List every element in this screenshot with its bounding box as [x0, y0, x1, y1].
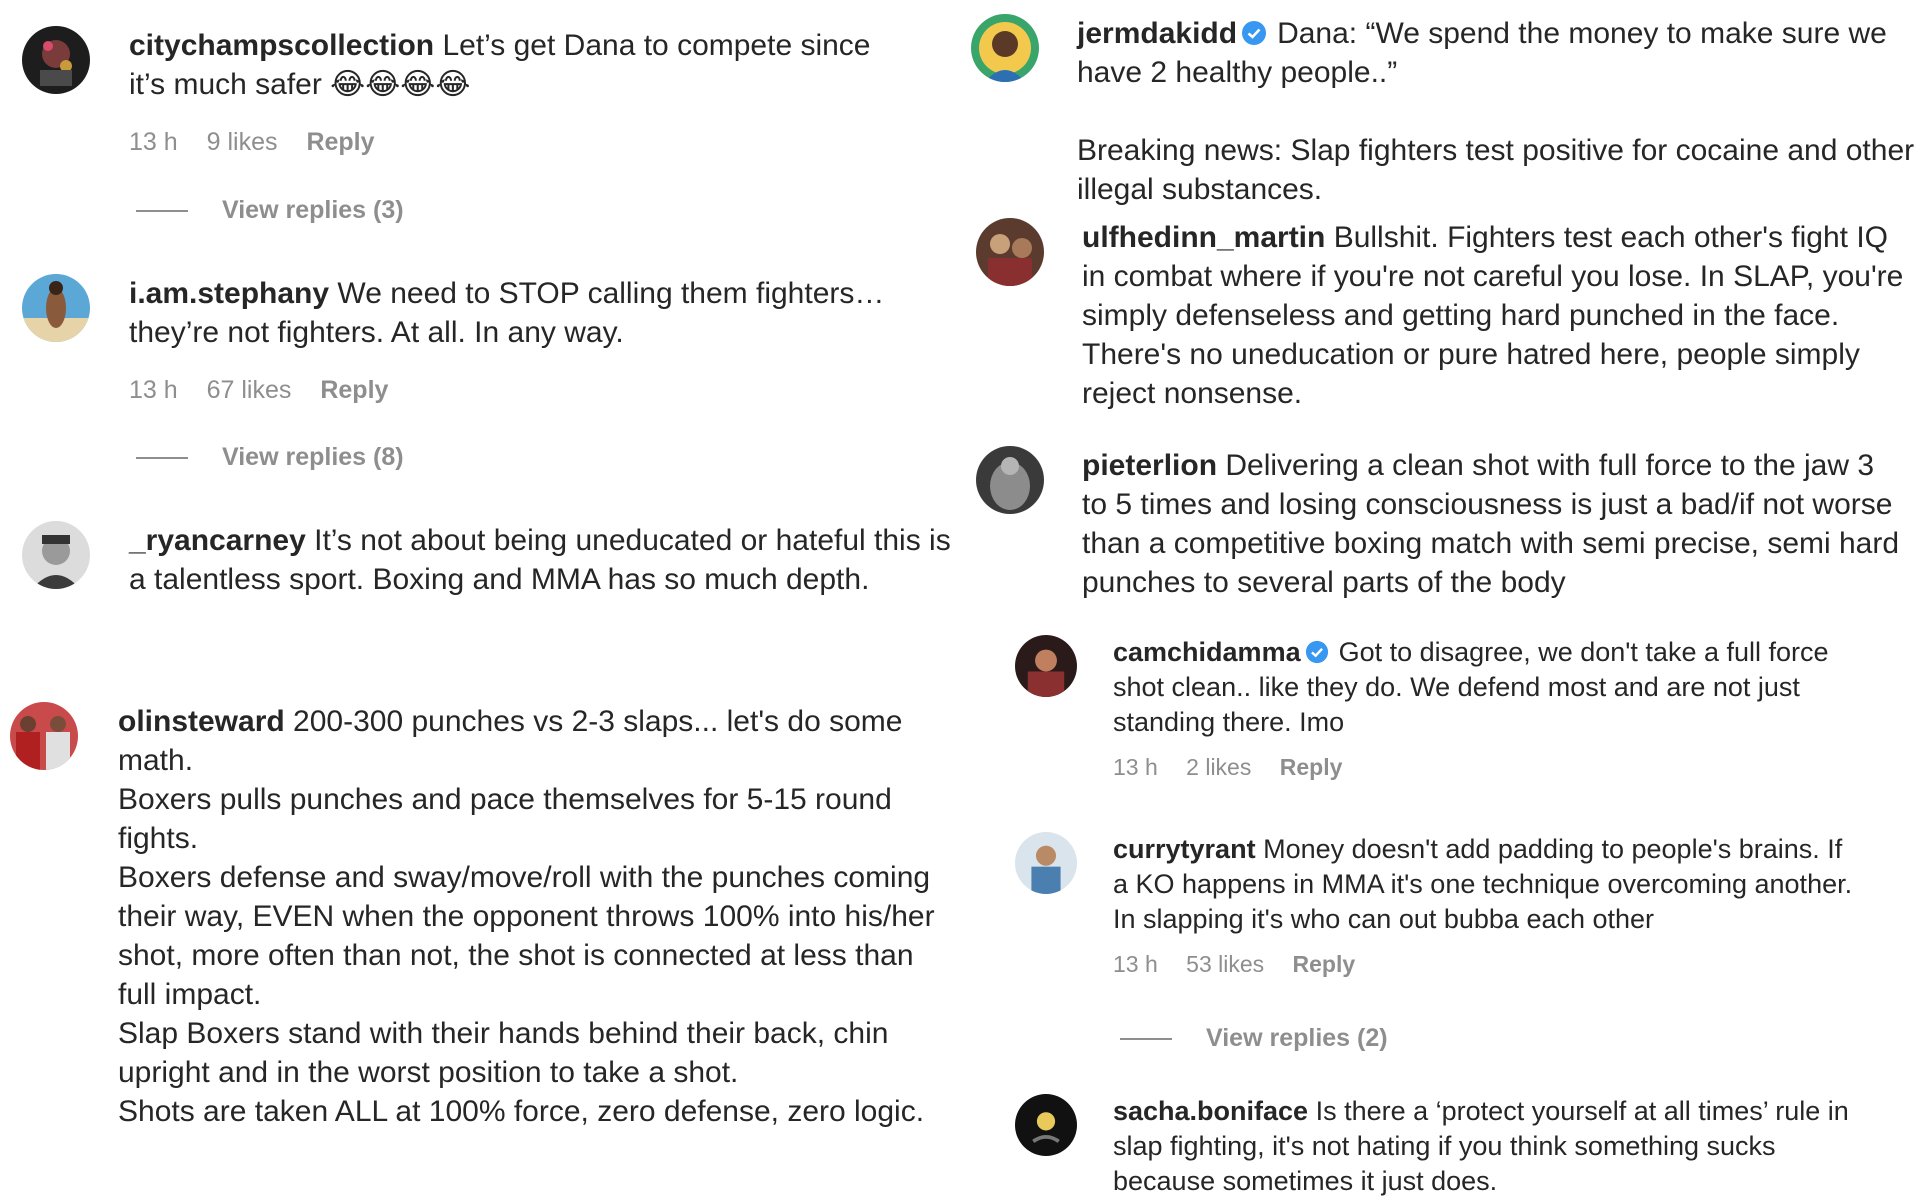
avatar[interactable] — [1015, 1094, 1077, 1156]
view-replies-label: View replies (8) — [222, 443, 404, 471]
avatar[interactable] — [976, 446, 1044, 514]
like-count[interactable]: 67 likes — [207, 376, 292, 404]
reply-button[interactable]: Reply — [320, 376, 388, 404]
comment-time: 13 h — [1113, 951, 1158, 977]
view-replies-label: View replies (2) — [1206, 1024, 1388, 1052]
view-replies-label: View replies (3) — [222, 196, 404, 224]
comment-username[interactable]: i.am.stephany — [129, 277, 329, 310]
comment-username[interactable]: currytyrant — [1113, 834, 1256, 864]
view-replies-button[interactable]: View replies (2) — [1120, 1024, 1388, 1053]
like-count[interactable]: 9 likes — [207, 128, 278, 156]
avatar[interactable] — [976, 218, 1044, 286]
avatar[interactable] — [971, 14, 1039, 82]
comment-time: 13 h — [129, 128, 178, 156]
avatar[interactable] — [22, 274, 90, 342]
reply-button[interactable]: Reply — [306, 128, 374, 156]
reply-thread-line — [1120, 1038, 1172, 1041]
reply-button[interactable]: Reply — [1280, 754, 1343, 780]
comment-text: 200-300 punches vs 2-3 slaps... let's do… — [118, 705, 935, 1128]
comment-time: 13 h — [129, 376, 178, 404]
like-count[interactable]: 53 likes — [1186, 951, 1264, 977]
avatar[interactable] — [1015, 832, 1077, 894]
comment-username[interactable]: pieterlion — [1082, 449, 1217, 482]
verified-badge-icon — [1241, 20, 1267, 46]
avatar[interactable] — [1015, 635, 1077, 697]
comment-username[interactable]: jermdakidd — [1077, 17, 1237, 50]
view-replies-button[interactable]: View replies (8) — [136, 443, 404, 472]
reply-thread-line — [136, 210, 188, 213]
avatar[interactable] — [22, 26, 90, 94]
comment-username[interactable]: ulfhedinn_martin — [1082, 221, 1325, 254]
comment-username[interactable]: _ryancarney — [129, 524, 306, 557]
like-count[interactable]: 2 likes — [1186, 754, 1251, 780]
comment-time: 13 h — [1113, 754, 1158, 780]
avatar[interactable] — [10, 702, 78, 770]
comment-username[interactable]: camchidamma — [1113, 637, 1301, 667]
comment-username[interactable]: sacha.boniface — [1113, 1096, 1308, 1126]
reply-thread-line — [136, 457, 188, 460]
view-replies-button[interactable]: View replies (3) — [136, 196, 404, 225]
verified-badge-icon — [1305, 640, 1329, 664]
avatar[interactable] — [22, 521, 90, 589]
comment-username[interactable]: citychampscollection — [129, 29, 434, 62]
reply-button[interactable]: Reply — [1293, 951, 1356, 977]
comment-username[interactable]: olinsteward — [118, 705, 285, 738]
